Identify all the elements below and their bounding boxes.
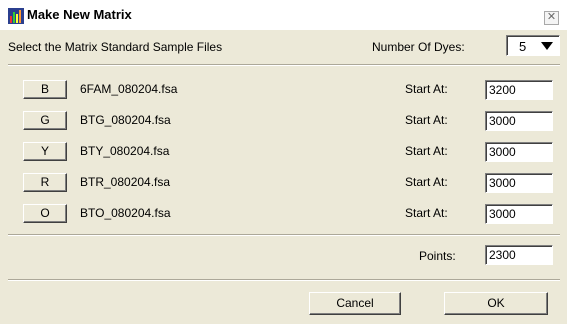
cancel-button[interactable]: Cancel (309, 292, 401, 315)
start-at-input-r[interactable]: 3000 (485, 173, 553, 193)
window-title: Make New Matrix (27, 7, 132, 22)
ok-button[interactable]: OK (444, 292, 548, 315)
separator-bottom (8, 279, 560, 281)
file-name-g: BTG_080204.fsa (80, 113, 171, 127)
points-label: Points: (419, 249, 456, 263)
chevron-down-icon (541, 42, 553, 50)
dye-button-g[interactable]: G (23, 111, 67, 130)
start-at-label-r: Start At: (405, 175, 448, 189)
separator-middle (8, 234, 560, 236)
file-name-o: BTO_080204.fsa (80, 206, 171, 220)
start-at-input-b[interactable]: 3200 (485, 80, 553, 100)
title-bar: Make New Matrix ✕ (0, 0, 567, 30)
dye-button-r[interactable]: R (23, 173, 67, 192)
start-at-input-g[interactable]: 3000 (485, 111, 553, 131)
dye-button-o[interactable]: O (23, 204, 67, 223)
app-icon (8, 8, 24, 24)
file-name-y: BTY_080204.fsa (80, 144, 170, 158)
instruction-label: Select the Matrix Standard Sample Files (8, 40, 223, 54)
start-at-label-b: Start At: (405, 82, 448, 96)
number-of-dyes-select[interactable]: 5 (506, 35, 560, 56)
close-icon: ✕ (546, 11, 557, 23)
separator-top (8, 64, 560, 66)
start-at-input-o[interactable]: 3000 (485, 204, 553, 224)
close-button[interactable]: ✕ (544, 11, 559, 25)
start-at-label-g: Start At: (405, 113, 448, 127)
dye-button-b[interactable]: B (23, 80, 67, 99)
dye-button-y[interactable]: Y (23, 142, 67, 161)
file-name-b: 6FAM_080204.fsa (80, 82, 178, 96)
file-name-r: BTR_080204.fsa (80, 175, 171, 189)
start-at-label-o: Start At: (405, 206, 448, 220)
number-of-dyes-value: 5 (519, 39, 527, 54)
number-of-dyes-label: Number Of Dyes: (372, 40, 465, 54)
points-input[interactable]: 2300 (485, 245, 553, 265)
start-at-label-y: Start At: (405, 144, 448, 158)
start-at-input-y[interactable]: 3000 (485, 142, 553, 162)
